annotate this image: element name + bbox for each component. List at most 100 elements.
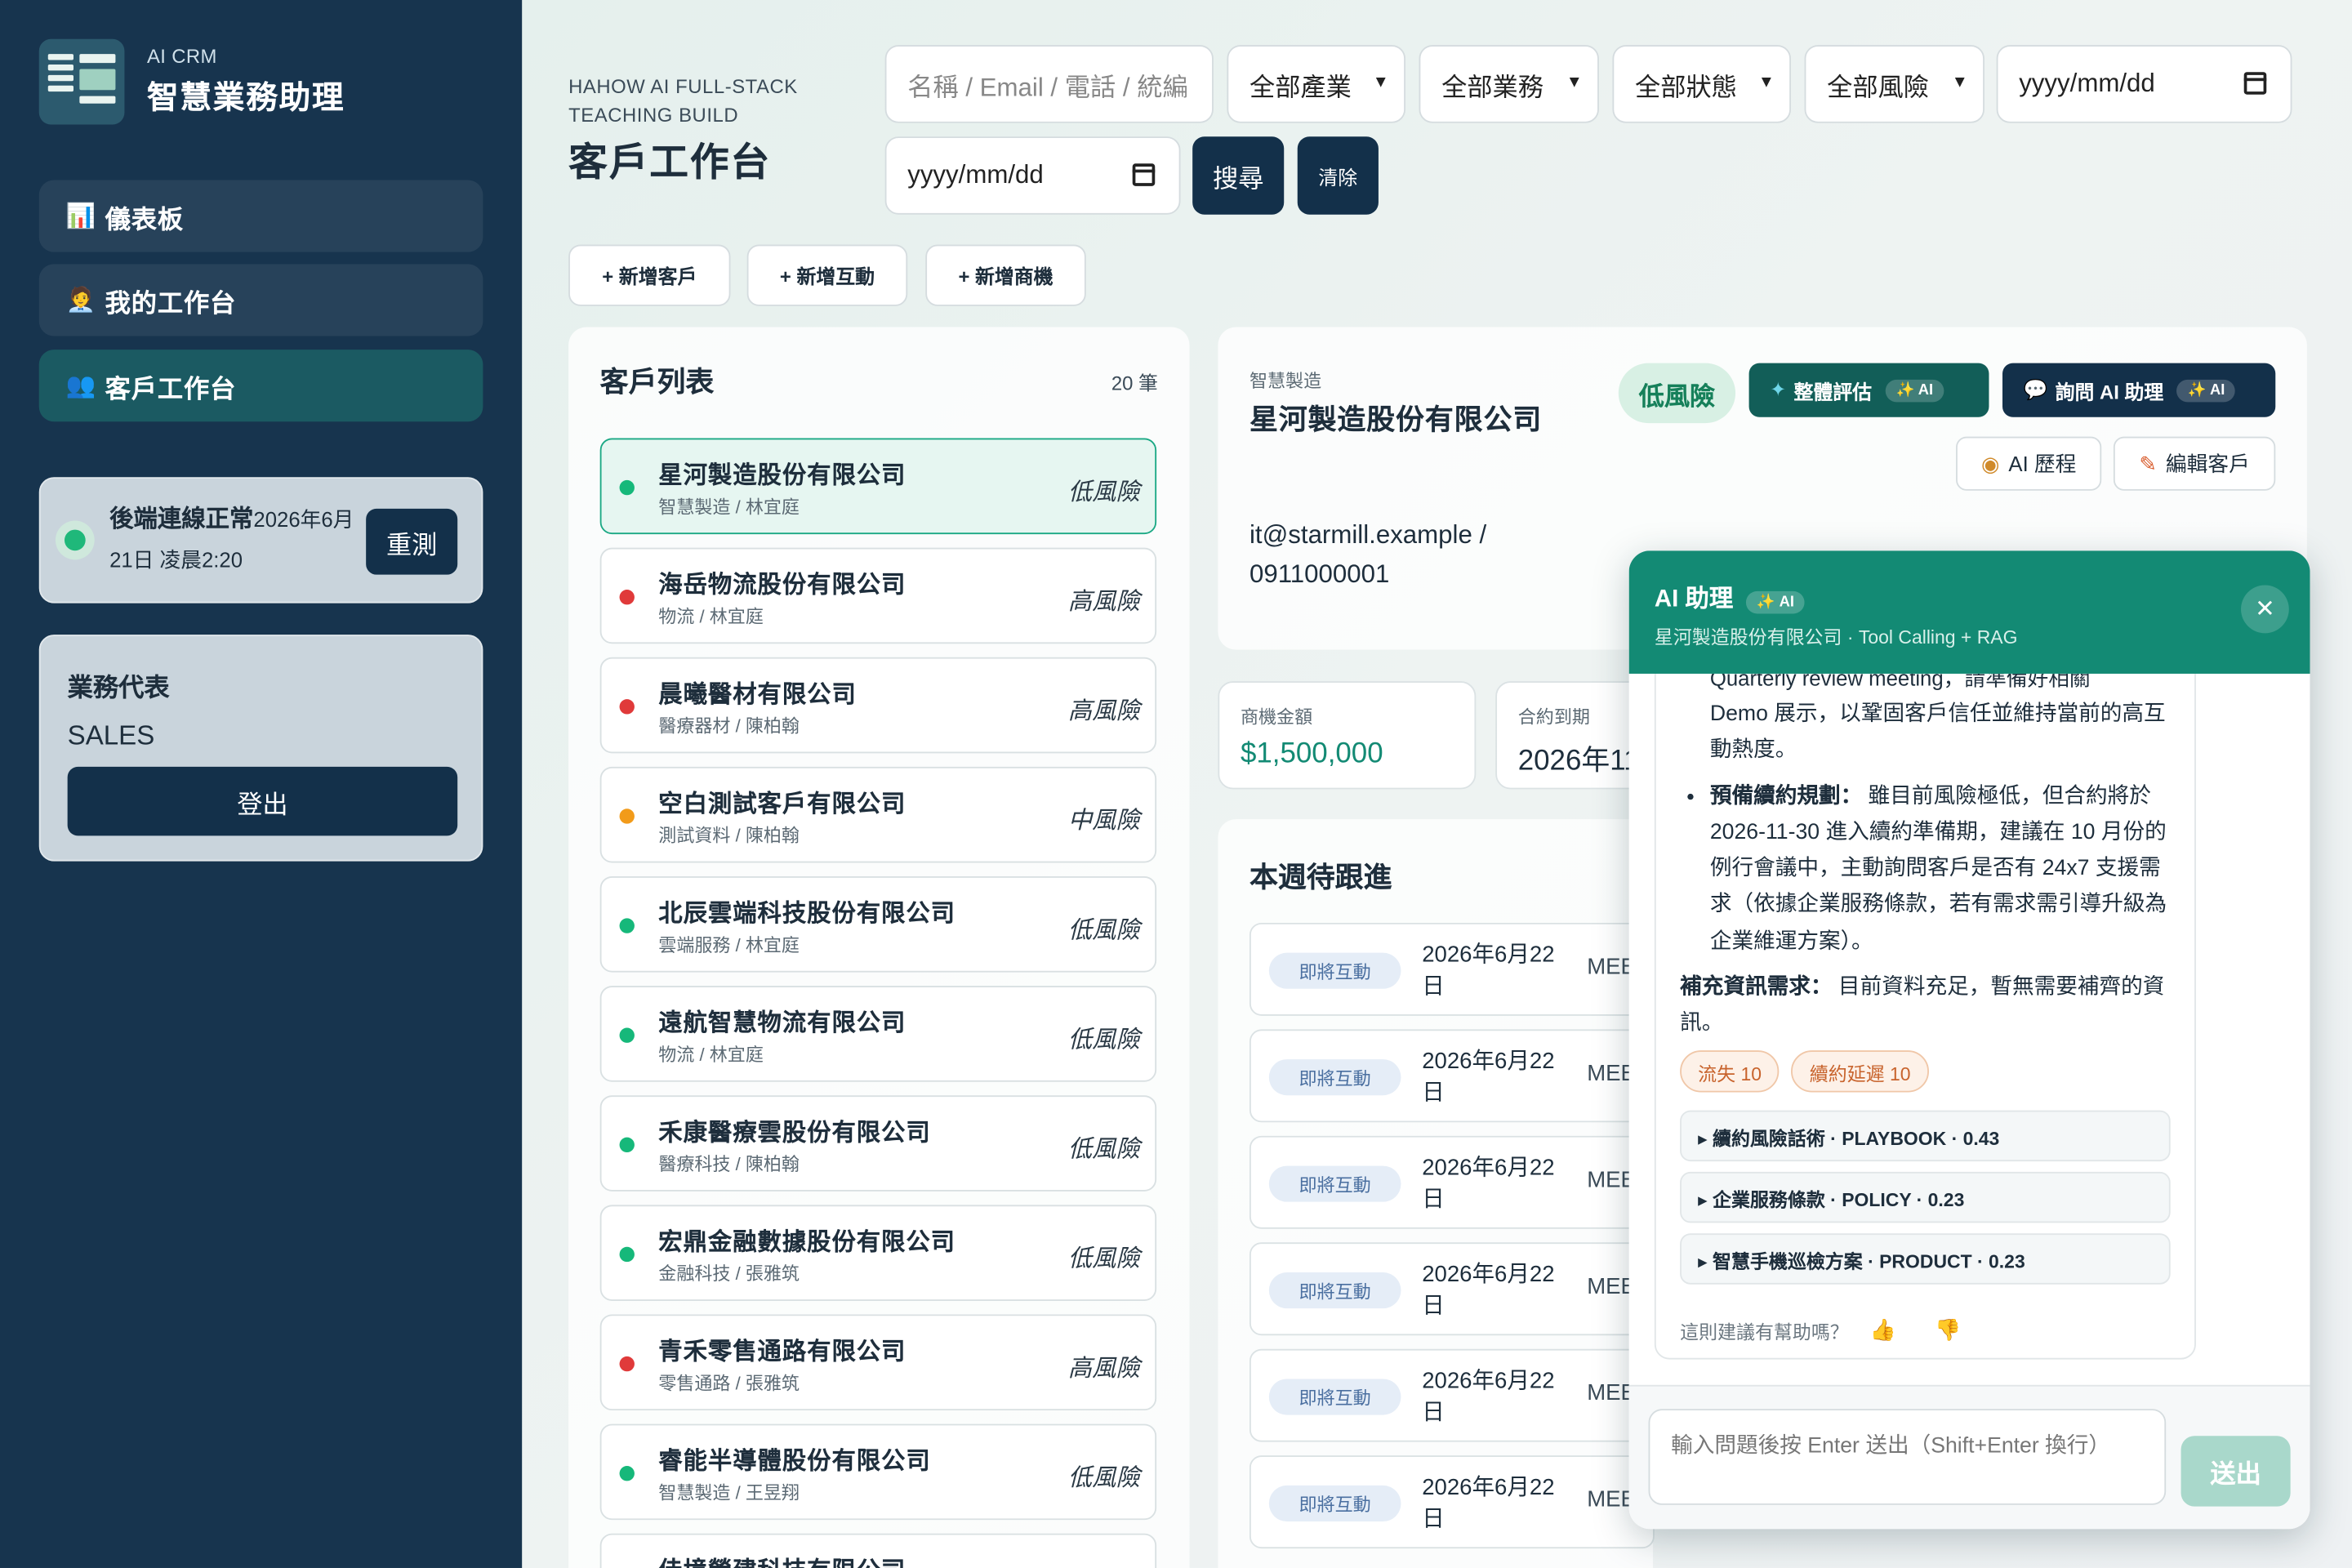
industry-select[interactable]: 全部產業 ▼ xyxy=(1227,45,1405,123)
edit-customer-label: 編輯客戶 xyxy=(2165,452,2250,476)
customer-row[interactable]: 睿能半導體股份有限公司智慧製造 / 王昱翔 低風險 xyxy=(599,1423,1157,1521)
chat-messages[interactable]: Quarterly review meeting，請準備好相關 Demo 展示，… xyxy=(1629,673,2310,1385)
source-item[interactable]: ▸ 企業服務條款 · POLICY · 0.23 xyxy=(1680,1171,2171,1223)
customer-list-title: 客戶列表 xyxy=(599,368,715,399)
page-kicker: HAHOW AI FULL-STACK TEACHING BUILD xyxy=(568,74,798,127)
calendar-icon xyxy=(1132,163,1156,186)
ai-history-button[interactable]: ◉ AI 歷程 xyxy=(1956,436,2102,491)
nav-customer-workspace[interactable]: 👥 客戶工作台 xyxy=(38,350,483,422)
followup-date: 2026年6月22日 xyxy=(1422,1368,1555,1426)
chat-input[interactable]: 輸入問題後按 Enter 送出（Shift+Enter 換行） xyxy=(1648,1409,2167,1505)
risk-tags: 流失 10 續約延遲 10 xyxy=(1680,1050,1929,1093)
customer-row-risk: 低風險 xyxy=(1067,1466,1140,1492)
close-icon[interactable]: ✕ xyxy=(2241,585,2289,634)
feedback-question: 這則建議有幫助嗎？ xyxy=(1680,1321,1849,1343)
followup-row[interactable]: 即將互動2026年6月22日MEETING xyxy=(1249,1135,1655,1229)
retest-button[interactable]: 重測 xyxy=(366,508,458,575)
customer-row[interactable]: 空白測試客戶有限公司 測試資料 / 陳柏翰 中風險 xyxy=(599,766,1157,863)
customer-row[interactable]: 佳境營建科技有限公司 xyxy=(599,1533,1157,1568)
date-to-input[interactable]: yyyy/mm/dd xyxy=(884,136,1181,215)
customer-row[interactable]: 禾康醫療雲股份有限公司 醫療科技 / 陳柏翰 低風險 xyxy=(599,1095,1157,1192)
customer-row-name: 晨曦醫材有限公司 xyxy=(658,682,857,709)
status-select-value: 全部狀態 xyxy=(1635,73,1737,102)
customer-row[interactable]: 宏鼎金融數據股份有限公司 金融科技 / 張雅筑 低風險 xyxy=(599,1205,1157,1301)
risk-dot-icon xyxy=(619,1356,635,1372)
weekly-followup-panel: 本週待跟進 即將互動2026年6月22日MEETING即將互動2026年6月22… xyxy=(1218,819,1655,1568)
ai-assistant-panel: AI 助理 ✨ AI 星河製造股份有限公司 · Tool Calling + R… xyxy=(1628,550,2310,1530)
followup-row[interactable]: 即將互動2026年6月22日MEETING xyxy=(1249,1242,1655,1336)
thumbs-up-icon[interactable]: 👍 xyxy=(1869,1317,1895,1343)
renewal-bullet: 預備續約規劃： 雖目前風險極低，但合約將於 2026-11-30 進入續約準備期… xyxy=(1710,778,2180,960)
customer-row-sub: 醫療器材 / 陳柏翰 xyxy=(658,715,800,737)
customer-row[interactable]: 海岳物流股份有限公司 物流 / 林宜庭 高風險 xyxy=(599,547,1157,644)
clear-button[interactable]: 清除 xyxy=(1297,136,1379,215)
date-from-input[interactable]: yyyy/mm/dd xyxy=(1996,45,2292,123)
followup-badge: 即將互動 xyxy=(1268,1485,1401,1522)
stat-value: $1,500,000 xyxy=(1240,737,1383,770)
risk-select[interactable]: 全部風險 ▼ xyxy=(1804,45,1984,123)
person-icon: 🧑‍💼 xyxy=(65,287,97,314)
chevron-down-icon: ▼ xyxy=(1566,74,1583,92)
search-button[interactable]: 搜尋 xyxy=(1192,136,1285,215)
customer-row-risk: 低風險 xyxy=(1067,1027,1140,1054)
followup-row[interactable]: 即將互動2026年6月22日MEETING xyxy=(1249,1348,1655,1442)
chevron-down-icon: ▼ xyxy=(1372,74,1389,92)
customer-row[interactable]: 青禾零售通路有限公司 零售通路 / 張雅筑 高風險 xyxy=(599,1314,1157,1411)
status-dot-icon xyxy=(55,520,95,560)
nav-my-workspace[interactable]: 🧑‍💼 我的工作台 xyxy=(38,264,483,336)
customer-row[interactable]: 遠航智慧物流有限公司 物流 / 林宜庭 低風險 xyxy=(599,986,1157,1082)
source-item[interactable]: ▸ 智慧手機巡檢方案 · PRODUCT · 0.23 xyxy=(1680,1233,2171,1285)
risk-select-value: 全部風險 xyxy=(1827,73,1929,102)
sparkle-icon: ✦ xyxy=(1770,377,1787,401)
nav-dashboard[interactable]: 📊 儀表板 xyxy=(38,180,483,252)
customer-row-name: 遠航智慧物流有限公司 xyxy=(658,1011,906,1037)
stat-label: 合約到期 xyxy=(1517,706,1590,728)
weekly-followup-title: 本週待跟進 xyxy=(1249,862,1392,895)
customer-row-name: 星河製造股份有限公司 xyxy=(658,463,906,489)
logout-button[interactable]: 登出 xyxy=(67,766,458,836)
status-select[interactable]: 全部狀態 ▼ xyxy=(1612,45,1792,123)
source-item[interactable]: ▸ 續約風險話術 · PLAYBOOK · 0.43 xyxy=(1680,1110,2171,1162)
date-from-value: yyyy/mm/dd xyxy=(2019,69,2155,98)
thumbs-down-icon[interactable]: 👎 xyxy=(1935,1317,1961,1343)
risk-dot-icon xyxy=(619,1137,635,1153)
extra-info: 補充資訊需求： 目前資料充足，暫無需要補齊的資訊。 xyxy=(1680,969,2180,1042)
add-opportunity-button[interactable]: + 新增商機 xyxy=(925,244,1086,306)
customer-row-name: 北辰雲端科技股份有限公司 xyxy=(658,902,956,928)
risk-dot-icon xyxy=(619,918,635,933)
ask-ai-button[interactable]: 💬 詢問 AI 助理 ✨ AI xyxy=(2002,363,2276,417)
overall-assessment-button[interactable]: ✦ 整體評估 ✨ AI xyxy=(1748,363,1989,417)
ai-message-text: Quarterly review meeting，請準備好相關 Demo 展示，… xyxy=(1680,674,2180,1042)
followup-date: 2026年6月22日 xyxy=(1422,1262,1555,1319)
add-customer-button[interactable]: + 新增客戶 xyxy=(568,244,731,306)
customer-row-sub: 智慧製造 / 王昱翔 xyxy=(658,1482,800,1503)
customer-row[interactable]: 晨曦醫材有限公司 醫療器材 / 陳柏翰 高風險 xyxy=(599,657,1157,754)
customer-row[interactable]: 星河製造股份有限公司 智慧製造 / 林宜庭 低風險 xyxy=(599,438,1157,535)
paragraph-1: Demo 展示，以鞏固客戶信任並維持當前的高互動熱度。 xyxy=(1709,702,2166,763)
risk-dot-icon xyxy=(619,1466,635,1481)
renewal-label: 預備續約規劃： xyxy=(1709,784,1863,808)
customer-row-risk: 低風險 xyxy=(1067,479,1140,506)
chevron-down-icon: ▼ xyxy=(1951,74,1968,92)
send-button[interactable]: 送出 xyxy=(2180,1436,2291,1507)
health-status: 後端連線正常 xyxy=(109,507,254,533)
followup-row[interactable]: 即將互動2026年6月22日MEETING xyxy=(1249,922,1655,1016)
customer-row-sub: 物流 / 林宜庭 xyxy=(658,606,764,627)
followup-row[interactable]: 即將互動2026年6月22日MEETING xyxy=(1249,1455,1655,1549)
ai-tag: ✨ AI xyxy=(2176,378,2236,402)
ai-history-label: AI 歷程 xyxy=(2008,452,2077,476)
add-interaction-button[interactable]: + 新增互動 xyxy=(746,244,908,306)
ai-assistant-title: AI 助理 ✨ AI xyxy=(1655,577,1805,614)
edit-customer-button[interactable]: ✎ 編輯客戶 xyxy=(2113,436,2276,491)
risk-tag: 流失 10 xyxy=(1680,1050,1780,1093)
risk-badge: 低風險 xyxy=(1618,363,1736,424)
followup-row[interactable]: 即將互動2026年6月22日MEETING xyxy=(1249,1029,1655,1123)
customer-row[interactable]: 北辰雲端科技股份有限公司 雲端服務 / 林宜庭 低風險 xyxy=(599,875,1157,973)
calendar-icon xyxy=(2243,72,2267,95)
customer-row-name: 睿能半導體股份有限公司 xyxy=(658,1449,931,1476)
customer-row-risk: 高風險 xyxy=(1067,590,1140,616)
owner-select[interactable]: 全部業務 ▼ xyxy=(1419,45,1599,123)
cut-line: Quarterly review meeting，請準備好相關 xyxy=(1709,673,2091,691)
search-input[interactable]: 名稱 / Email / 電話 / 統編 xyxy=(884,45,1214,123)
customer-row-name: 佳境營建科技有限公司 xyxy=(658,1550,906,1568)
